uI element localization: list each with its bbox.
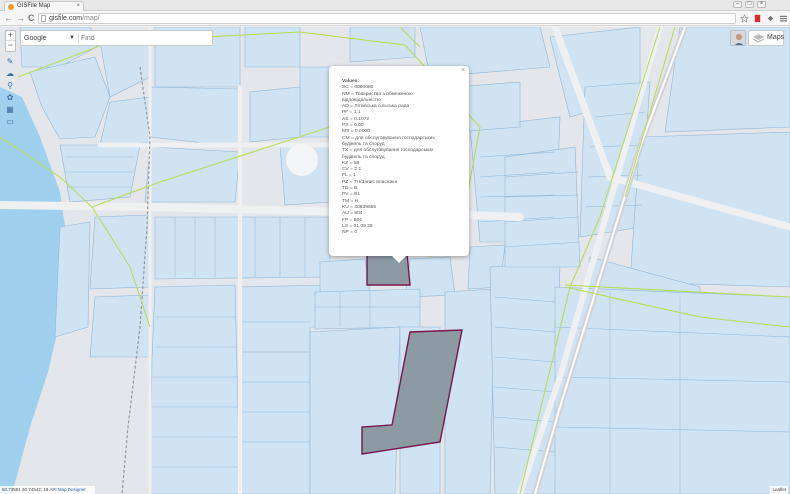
maximize-button[interactable]: □	[745, 1, 754, 8]
popup-close-icon[interactable]: ×	[461, 67, 465, 74]
tab-title: GISFile Map	[17, 3, 51, 9]
map-toolbar: ✎ ☁ ⚲ ✿ ▦ ▭	[5, 57, 16, 129]
search-engine-label: Google	[24, 35, 47, 42]
menu-icon[interactable]	[779, 14, 788, 23]
popup-attribute-line: NP = 0	[342, 230, 357, 236]
url-host: gisfile.com	[49, 15, 83, 22]
reload-button[interactable]: C	[28, 13, 35, 23]
page-icon	[41, 15, 46, 22]
forward-button[interactable]: →	[16, 13, 25, 23]
url-path: /map/	[82, 15, 100, 22]
layers-button-label: Maps	[767, 34, 785, 41]
cursor-coordinates: 50.73591 30.74542; 18	[2, 487, 49, 492]
comment-icon[interactable]: ▭	[5, 117, 15, 127]
favicon-icon	[8, 4, 14, 10]
layers-icon[interactable]: ▦	[5, 105, 15, 115]
popup-tip	[391, 255, 407, 263]
search-engine-select[interactable]: Google ▼	[24, 33, 79, 44]
attribution[interactable]: Leaflet	[770, 486, 788, 494]
search-icon[interactable]: ⚲	[5, 81, 15, 91]
star-icon[interactable]	[740, 14, 749, 23]
user-icon	[734, 33, 744, 45]
tab-gisfile[interactable]: GISFile Map ×	[4, 1, 84, 11]
bookmark-icon[interactable]	[753, 14, 762, 23]
tab-close-icon[interactable]: ×	[76, 2, 80, 11]
locate-icon[interactable]: ✿	[5, 93, 15, 103]
zoom-control: + −	[5, 30, 16, 52]
roundabout	[286, 144, 318, 176]
address-bar[interactable]: gisfile.com/map/	[38, 13, 736, 24]
browser-toolbar: ← → C gisfile.com/map/	[0, 11, 790, 26]
map-designer-link[interactable]: Map Designer	[58, 487, 86, 492]
api-link[interactable]: API	[49, 487, 56, 492]
back-button[interactable]: ←	[4, 13, 13, 23]
avatar[interactable]	[730, 30, 746, 46]
layers-button[interactable]: Maps	[748, 30, 784, 46]
zoom-out-button[interactable]: −	[6, 41, 15, 51]
minimize-button[interactable]: –	[733, 1, 742, 8]
popup-content: Values: SC = 0080080 NM = Товариство з об…	[342, 79, 464, 236]
chevron-down-icon: ▼	[69, 35, 75, 41]
popup-attributes: SC = 0080080 NM = Товариство з обмеженою в…	[342, 85, 464, 236]
window-close-button[interactable]: ×	[757, 1, 766, 8]
browser-window: GISFile Map × – □ × ← → C gisfile.com/ma…	[0, 0, 790, 494]
map-search: Google ▼	[20, 30, 213, 46]
map-viewport[interactable]: + − ✎ ☁ ⚲ ✿ ▦ ▭ Google ▼ Maps ×	[0, 27, 790, 494]
tab-strip: GISFile Map × – □ ×	[0, 0, 790, 11]
search-input[interactable]	[81, 33, 209, 44]
layers-stack-icon	[753, 34, 764, 43]
draw-icon[interactable]: ☁	[5, 69, 15, 79]
status-bar: 50.73591 30.74542; 18 API Map Designer	[0, 486, 95, 494]
ruler-icon[interactable]: ✎	[5, 57, 15, 67]
feature-popup: × Values: SC = 0080080 NM = Товариство з …	[329, 66, 469, 263]
extension-icon[interactable]	[766, 14, 775, 23]
